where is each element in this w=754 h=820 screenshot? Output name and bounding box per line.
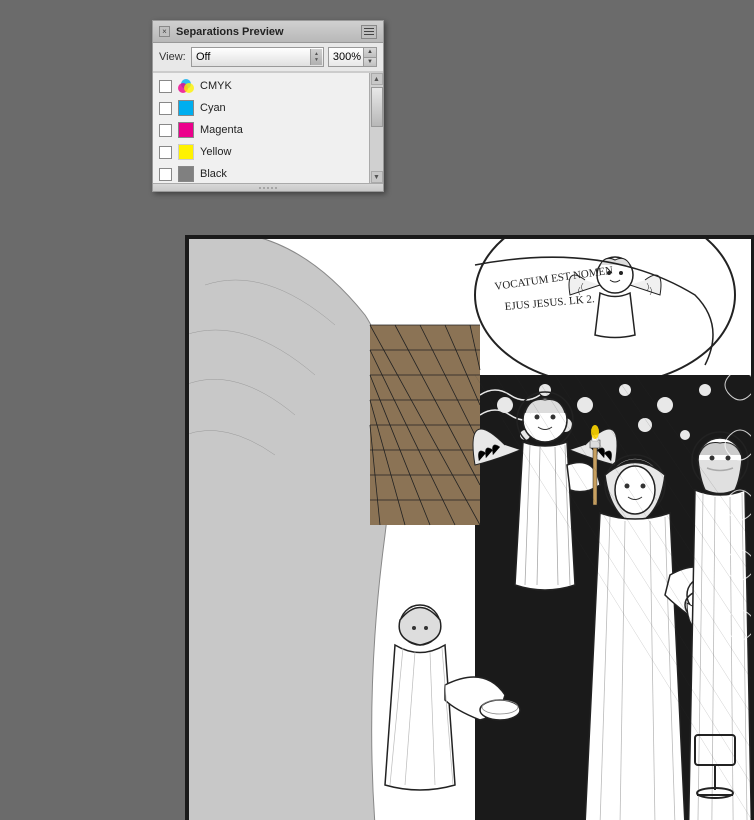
separations-list-container: CMYK Cyan Magenta Yellow xyxy=(153,72,383,183)
separation-item-yellow[interactable]: Yellow xyxy=(153,141,383,163)
black-checkbox[interactable] xyxy=(159,168,172,181)
cmyk-checkbox[interactable] xyxy=(159,80,172,93)
titlebar-left: × Separations Preview xyxy=(159,26,284,38)
separations-list: CMYK Cyan Magenta Yellow xyxy=(153,73,383,183)
view-select[interactable]: Off On xyxy=(191,47,324,67)
scrollbar-up-button[interactable]: ▲ xyxy=(371,73,383,85)
black-color-icon xyxy=(178,166,194,182)
separation-item-cmyk[interactable]: CMYK xyxy=(153,75,383,97)
separation-item-black[interactable]: Black xyxy=(153,163,383,183)
panel-resize-handle[interactable] xyxy=(153,183,383,191)
separations-preview-panel: × Separations Preview View: Off On ▲ ▼ xyxy=(152,20,384,192)
scrollbar-down-button[interactable]: ▼ xyxy=(371,171,383,183)
separation-item-cyan[interactable]: Cyan xyxy=(153,97,383,119)
resize-dots xyxy=(259,187,277,189)
zoom-down-button[interactable]: ▼ xyxy=(364,58,376,67)
panel-title: Separations Preview xyxy=(176,26,284,38)
zoom-stepper: ▲ ▼ xyxy=(364,47,377,67)
cyan-color-icon xyxy=(178,100,194,116)
magenta-checkbox[interactable] xyxy=(159,124,172,137)
panel-scrollbar[interactable]: ▲ ▼ xyxy=(369,73,383,183)
cmyk-color-icon xyxy=(178,78,194,94)
panel-menu-button[interactable] xyxy=(361,25,377,39)
view-label: View: xyxy=(159,51,187,63)
cyan-checkbox[interactable] xyxy=(159,102,172,115)
zoom-input[interactable] xyxy=(328,47,364,67)
canvas-area: VOCATUM EST NOMEN EJUS JESUS. LK 2. xyxy=(185,235,754,820)
yellow-checkbox[interactable] xyxy=(159,146,172,159)
cmyk-label: CMYK xyxy=(200,80,232,92)
panel-titlebar: × Separations Preview xyxy=(153,21,383,43)
zoom-up-button[interactable]: ▲ xyxy=(364,48,376,58)
yellow-color-icon xyxy=(178,144,194,160)
scrollbar-thumb[interactable] xyxy=(371,87,383,127)
magenta-color-icon xyxy=(178,122,194,138)
cyan-label: Cyan xyxy=(200,102,226,114)
canvas-image: VOCATUM EST NOMEN EJUS JESUS. LK 2. xyxy=(185,235,754,820)
panel-close-button[interactable]: × xyxy=(159,26,170,37)
separation-item-magenta[interactable]: Magenta xyxy=(153,119,383,141)
yellow-label: Yellow xyxy=(200,146,231,158)
black-label: Black xyxy=(200,168,227,180)
magenta-label: Magenta xyxy=(200,124,243,136)
zoom-wrapper: ▲ ▼ xyxy=(328,47,377,67)
view-row: View: Off On ▲ ▼ xyxy=(153,43,383,72)
view-select-wrapper: Off On xyxy=(191,47,324,67)
